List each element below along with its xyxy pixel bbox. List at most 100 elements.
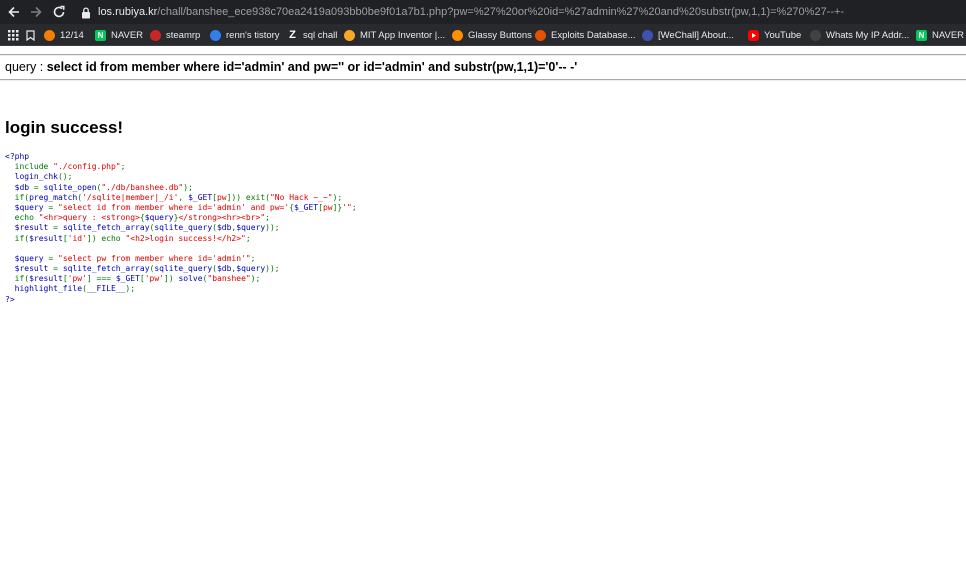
code-token: = (48, 253, 58, 263)
code-line: highlight_file(__FILE__); (5, 284, 357, 294)
code-token: = (48, 202, 58, 212)
code-token: ; (265, 213, 270, 223)
code-token: ; (351, 202, 357, 212)
code-token: ; (245, 233, 251, 243)
code-token: preg_match (29, 192, 78, 202)
tistory-icon (210, 29, 221, 41)
code-token: highlight_file (5, 284, 83, 294)
code-token: $_GET (188, 192, 213, 202)
code-line: if(preg_match('/sqlite|member|_/i', $_GE… (5, 193, 357, 203)
code-token: "select id from member where id='admin' … (58, 202, 290, 212)
bookmark-label: NAVER (111, 29, 144, 41)
bookmark-item[interactable]: N NAVER (916, 27, 964, 43)
bookmarks-bar: 12/14 N NAVER steamrp renn's tistory Zsql cha… (0, 24, 966, 46)
address-bar[interactable]: los.rubiya.kr/chall/banshee_ece938c70ea2… (74, 2, 966, 22)
code-token: ; (250, 253, 256, 263)
code-line: include "./config.php"; (5, 162, 357, 172)
php-source-code: <?php include "./config.php"; login_chk(… (5, 152, 357, 305)
code-token: ); (183, 182, 193, 192)
code-token: ; (120, 162, 126, 172)
code-token: </strong><hr><br>" (178, 213, 266, 223)
bookmark-item[interactable] (8, 27, 24, 43)
code-token: if( (5, 192, 30, 202)
bookmark-item[interactable] (25, 27, 41, 43)
code-line: $query = "select id from member where id… (5, 203, 357, 213)
code-token: include (5, 162, 54, 172)
bookmark-item[interactable]: Zsql chall (287, 27, 337, 43)
bookmark-item[interactable]: N NAVER (95, 27, 143, 43)
code-token: $db (216, 264, 232, 274)
code-token: <?php (5, 152, 30, 161)
bookmark-item[interactable]: steamrp (150, 27, 200, 43)
naver-icon: N (95, 29, 106, 41)
code-token: sqlite_query (154, 264, 213, 274)
code-token: if( (5, 274, 30, 284)
bookmark-item[interactable]: renn's tistory (210, 27, 280, 43)
url-path: /chall/banshee_ece938c70ea2419a093bb0be9… (157, 6, 845, 18)
code-token: echo (5, 213, 39, 223)
bookmark-label: Exploits Database... (551, 29, 636, 41)
code-line: $result = sqlite_fetch_array(sqlite_quer… (5, 264, 357, 274)
naver-icon: N (916, 29, 927, 41)
forward-arrow-icon[interactable] (28, 4, 44, 20)
code-token: $result (5, 223, 54, 233)
back-arrow-icon[interactable] (6, 4, 22, 20)
bookmark-item[interactable]: Exploits Database... (535, 27, 636, 43)
code-line: <?php (5, 152, 357, 162)
query-prefix: query : (5, 60, 47, 74)
code-token: $db (216, 223, 232, 233)
code-token: ] === (86, 274, 116, 284)
horizontal-rule (0, 79, 966, 81)
code-line: $db = sqlite_open("./db/banshee.db"); (5, 183, 357, 193)
bookmark-item[interactable]: Whats My IP Addr... (810, 27, 909, 43)
bookmark-item[interactable]: Glassy Buttons (452, 27, 532, 43)
code-line: login_chk(); (5, 172, 357, 182)
bookmark-label: NAVER (932, 29, 965, 41)
youtube-icon (748, 29, 759, 41)
blogger-icon (44, 29, 55, 41)
code-token: $_GET (294, 202, 319, 212)
code-token: $result (29, 233, 63, 243)
code-token: ]) (164, 274, 179, 284)
apps-grid-icon (8, 29, 19, 41)
bookmark-label: sql chall (303, 29, 338, 41)
code-token: "./config.php" (53, 162, 121, 172)
code-token: pw (216, 192, 227, 202)
bookmark-label: MIT App Inventor |... (360, 29, 446, 41)
z-icon: Z (289, 28, 296, 41)
code-token: )); (265, 223, 280, 233)
code-token: if( (5, 233, 30, 243)
code-token: pw (322, 202, 333, 212)
code-token: ); (250, 274, 261, 284)
code-token: ); (125, 284, 136, 294)
code-token: ])) exit( (226, 192, 270, 202)
url-text: los.rubiya.kr/chall/banshee_ece938c70ea2… (98, 4, 844, 20)
bookmark-item[interactable]: MIT App Inventor |... (344, 27, 445, 43)
code-token: $_GET (115, 274, 140, 284)
url-host: los.rubiya.kr (98, 6, 158, 18)
query-line: query : select id from member where id='… (5, 60, 577, 74)
code-token: $query (236, 264, 266, 274)
code-token: (); (57, 172, 73, 182)
code-token: = (53, 264, 63, 274)
bookmark-item[interactable]: YouTube (748, 27, 801, 43)
code-token: "<h2>login success!</h2>" (125, 233, 246, 243)
code-token: 'id' (67, 233, 87, 243)
code-token: sqlite_open (43, 182, 97, 192)
reload-icon[interactable] (51, 4, 67, 20)
code-token: login_chk (5, 172, 58, 182)
code-token: 'pw' (144, 274, 164, 284)
lock-icon (80, 5, 92, 19)
page-content: query : select id from member where id='… (0, 47, 966, 564)
bookmark-item[interactable]: 12/14 (44, 27, 84, 43)
code-token: "No Hack ~_~" (269, 192, 333, 202)
code-token: ]) echo (86, 233, 126, 243)
steamrp-icon (150, 29, 161, 41)
bookmark-item[interactable]: [WeChall] About... (642, 27, 734, 43)
code-token: '" (342, 202, 352, 212)
login-success-heading: login success! (5, 118, 124, 137)
bookmark-label: 12/14 (60, 29, 84, 41)
code-token: sqlite_query (154, 223, 213, 233)
bookmark-label: YouTube (764, 29, 802, 41)
